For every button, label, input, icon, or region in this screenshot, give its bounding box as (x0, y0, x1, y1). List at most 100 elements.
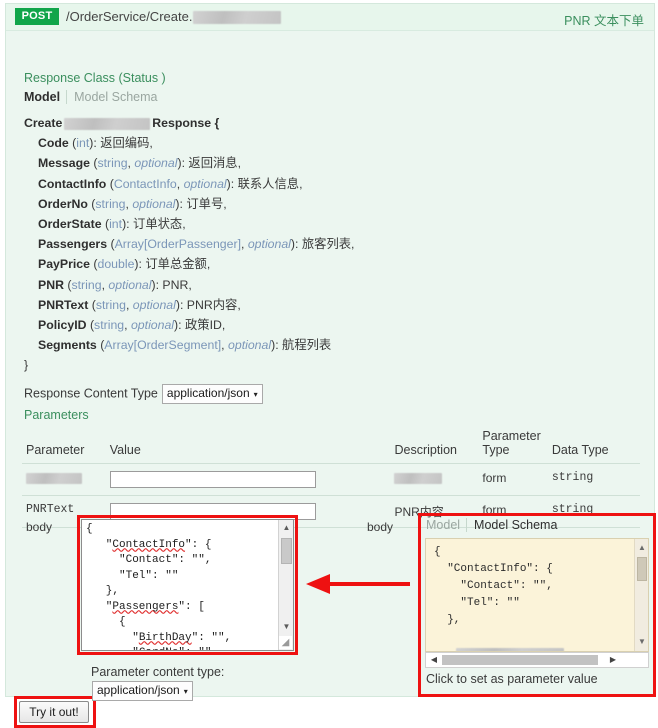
property-type: int (76, 136, 90, 151)
property-name: PNRText (38, 297, 89, 312)
http-method-badge: POST (15, 8, 59, 25)
property-desc: 订单总金额, (145, 257, 211, 272)
property-optional: optional (132, 297, 176, 312)
schema-panel-tabs: Model Model Schema (426, 518, 557, 532)
parameter-content-type-select[interactable]: application/json ▾ (92, 681, 193, 701)
signature-class-suffix: Response { (152, 116, 220, 130)
scrollbar-thumb[interactable] (637, 557, 647, 581)
parameter-data-type-cell: string (547, 463, 640, 496)
parameter-content-type-value: application/json (97, 683, 180, 697)
property-name: Message (38, 156, 90, 171)
signature-property: Passengers (Array[OrderPassenger], optio… (38, 237, 355, 252)
signature-property: Code (int): 返回编码, (38, 136, 153, 151)
signature-property: PayPrice (double): 订单总金额, (38, 257, 211, 272)
property-name: PolicyID (38, 318, 87, 333)
property-name: PNR (38, 277, 64, 292)
signature-property: Segments (Array[OrderSegment], optional)… (38, 338, 332, 353)
property-name: Passengers (38, 237, 108, 252)
property-desc: PNR, (162, 277, 192, 292)
annotation-arrow-left (306, 574, 410, 594)
property-desc: PNR内容, (186, 297, 241, 312)
schema-tab-model[interactable]: Model (426, 518, 468, 532)
response-class-title: Response Class (Status ) (24, 71, 166, 85)
tab-model[interactable]: Model (24, 90, 68, 104)
scroll-left-icon[interactable]: ◀ (427, 653, 441, 667)
parameter-content-type-label: Parameter content type: (91, 665, 225, 679)
operation-header[interactable]: POST /OrderService/Create. PNR 文本下单 (6, 4, 654, 31)
schema-horizontal-scrollbar[interactable]: ◀ ▶ (425, 652, 649, 668)
column-header-parameter-type: Parameter Type (478, 427, 548, 464)
column-header-description: Description (390, 427, 479, 464)
property-type: string (95, 196, 126, 211)
schema-vertical-scrollbar[interactable]: ▲ ▼ (634, 539, 648, 651)
property-name: Code (38, 136, 69, 151)
response-content-type-row: Response Content Type application/json ▾ (24, 384, 263, 404)
property-type: string (95, 297, 126, 312)
parameter-name-redaction (26, 473, 82, 485)
schema-click-hint[interactable]: Click to set as parameter value (426, 672, 598, 686)
response-model-signature: Create Response { Code (int): 返回编码, Messa… (24, 113, 354, 376)
column-header-data-type: Data Type (547, 427, 640, 464)
arrow-left-icon (306, 574, 410, 594)
schema-code-box[interactable]: { "ContactInfo": { "Contact": "", "Tel":… (425, 538, 649, 652)
try-it-out-button[interactable]: Try it out! (19, 701, 89, 723)
swagger-operation-block: POST /OrderService/Create. PNR 文本下单 Resp… (5, 3, 656, 728)
scroll-down-icon[interactable]: ▼ (635, 635, 648, 649)
table-row: form string (22, 463, 640, 496)
tab-model-schema[interactable]: Model Schema (67, 90, 157, 104)
column-header-parameter: Parameter (22, 427, 106, 464)
signature-class-redaction (64, 117, 151, 130)
signature-class-prefix: Create (24, 116, 63, 130)
parameter-description-cell (390, 463, 479, 496)
property-type: Array[OrderSegment] (104, 338, 222, 353)
response-content-type-select[interactable]: application/json ▾ (161, 384, 263, 404)
response-content-type-value: application/json (166, 386, 250, 400)
highlight-box-body-textarea (77, 515, 298, 655)
property-name: OrderNo (38, 196, 88, 211)
parameter-name-cell (22, 463, 106, 496)
property-name: Segments (38, 338, 97, 353)
property-optional: optional (132, 196, 176, 211)
response-class-tabs: Model Model Schema (24, 90, 157, 104)
operation-summary: PNR 文本下单 (564, 14, 644, 28)
property-desc: 返回消息, (188, 156, 242, 171)
parameters-header-row: Parameter Value Description Parameter Ty… (22, 427, 640, 464)
signature-property: OrderNo (string, optional): 订单号, (38, 196, 227, 211)
property-optional: optional (134, 156, 178, 171)
scroll-up-icon[interactable]: ▲ (635, 541, 648, 555)
property-type: int (109, 217, 123, 232)
property-type: string (94, 318, 125, 333)
chevron-down-icon: ▾ (183, 687, 188, 696)
property-optional: optional (130, 318, 175, 333)
parameters-title: Parameters (24, 408, 89, 422)
property-type: string (97, 156, 128, 171)
property-desc: 订单号, (186, 196, 227, 211)
schema-tab-model-schema[interactable]: Model Schema (467, 518, 557, 532)
property-desc: 旅客列表, (301, 237, 355, 252)
column-header-value: Value (105, 427, 391, 464)
property-name: OrderState (38, 217, 102, 232)
signature-property: ContactInfo (ContactInfo, optional): 联系人… (38, 176, 303, 191)
parameter-value-input[interactable] (109, 471, 316, 488)
signature-open-line: Create Response { (24, 113, 354, 133)
schema-code-text: { "ContactInfo": { "Contact": "", "Tel":… (434, 546, 553, 626)
parameter-value-cell (105, 463, 391, 496)
signature-property: OrderState (int): 订单状态, (38, 217, 186, 232)
model-schema-panel: Model Model Schema { "ContactInfo": { "Co… (423, 518, 651, 692)
signature-property: PNR (string, optional): PNR, (38, 277, 192, 292)
scroll-right-icon[interactable]: ▶ (606, 653, 620, 667)
scrollbar-thumb-horizontal[interactable] (442, 655, 598, 665)
operation-path-redaction (193, 11, 282, 25)
operation-path-text: /OrderService/Create. (66, 9, 193, 24)
parameter-description-redaction (394, 473, 443, 485)
property-type: double (97, 257, 135, 272)
property-type: ContactInfo (113, 176, 177, 191)
parameter-type-cell: form (478, 463, 548, 496)
body-parameter-type: body (367, 520, 394, 534)
property-desc: 政策ID, (184, 318, 226, 333)
response-content-type-label: Response Content Type (24, 386, 158, 401)
property-desc: 联系人信息, (237, 176, 303, 191)
body-parameter-name: body (26, 520, 53, 534)
property-optional: optional (247, 237, 291, 252)
property-optional: optional (108, 277, 152, 292)
